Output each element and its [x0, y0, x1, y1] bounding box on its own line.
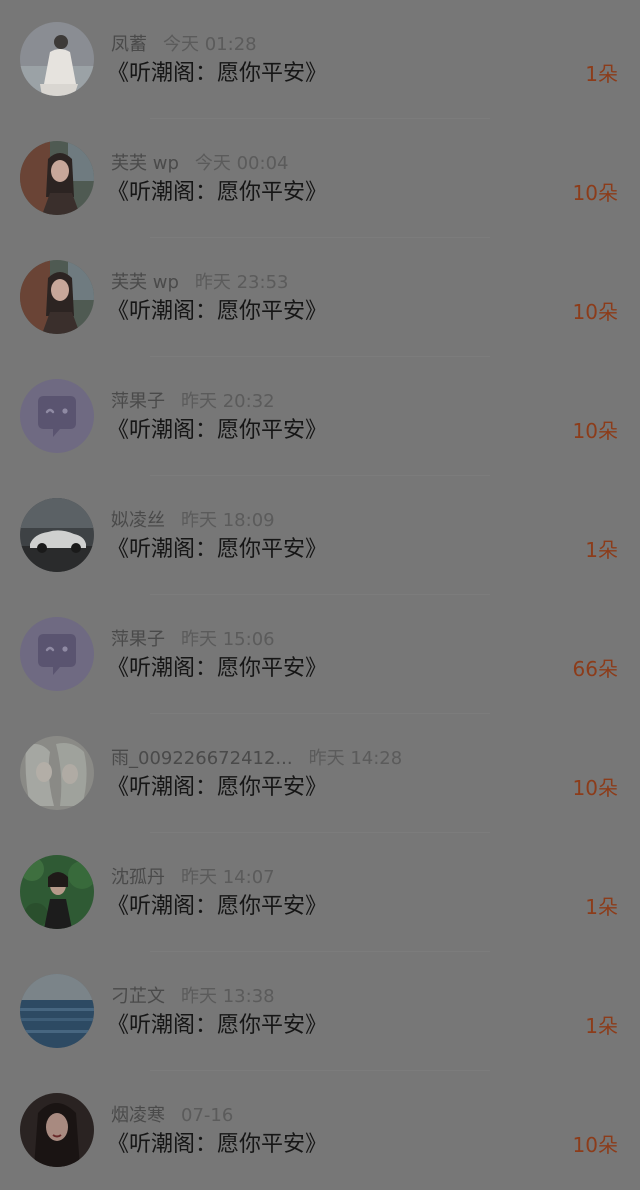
avatar-photo-white-dress — [20, 22, 94, 96]
avatar-photo-car-selfie — [20, 260, 94, 334]
list-item[interactable]: 芙芙 wp 昨天 23:53 《听潮阁：愿你平安》 10朵 — [0, 238, 640, 357]
avatar[interactable] — [20, 260, 94, 334]
avatar[interactable] — [20, 855, 94, 929]
timestamp: 昨天 13:38 — [181, 986, 275, 1007]
avatar[interactable] — [20, 379, 94, 453]
item-meta: 凤蓄 今天 01:28 — [111, 33, 257, 57]
list-item[interactable]: 萍果子 昨天 15:06 《听潮阁：愿你平安》 66朵 — [0, 595, 640, 714]
list-item[interactable]: 雨_009226672412... 昨天 14:28 《听潮阁：愿你平安》 10朵 — [0, 714, 640, 833]
username[interactable]: 萍果子 — [111, 391, 165, 412]
timestamp: 昨天 23:53 — [194, 272, 289, 293]
avatar[interactable] — [20, 1093, 94, 1167]
timestamp: 昨天 20:32 — [181, 391, 275, 412]
flower-count: 1朵 — [585, 538, 618, 562]
timestamp: 今天 01:28 — [163, 34, 257, 55]
list-item[interactable]: 烟凌寒 07-16 《听潮阁：愿你平安》 10朵 — [0, 1071, 640, 1190]
gift-title: 《听潮阁：愿你平安》 — [107, 1013, 328, 1038]
username[interactable]: 凤蓄 — [111, 34, 147, 55]
flower-count: 1朵 — [585, 62, 618, 86]
item-meta: 芙芙 wp 今天 00:04 — [111, 152, 288, 176]
item-meta: 沈孤丹 昨天 14:07 — [111, 866, 275, 890]
timestamp: 昨天 15:06 — [181, 629, 275, 650]
gift-title: 《听潮阁：愿你平安》 — [107, 537, 328, 562]
avatar[interactable] — [20, 974, 94, 1048]
gift-title: 《听潮阁：愿你平安》 — [107, 894, 328, 919]
username[interactable]: 雨_009226672412... — [111, 748, 293, 769]
avatar[interactable] — [20, 141, 94, 215]
flower-count: 66朵 — [572, 657, 618, 681]
username[interactable]: 刁芷文 — [111, 986, 165, 1007]
gift-title: 《听潮阁：愿你平安》 — [107, 1132, 328, 1157]
item-meta: 姒凌丝 昨天 18:09 — [111, 509, 275, 533]
avatar-default-chat-bubble-icon — [20, 617, 94, 691]
username[interactable]: 芙芙 wp — [111, 153, 179, 174]
timestamp: 今天 00:04 — [194, 153, 289, 174]
gift-record-list: 凤蓄 今天 01:28 《听潮阁：愿你平安》 1朵 芙芙 wp 今天 00:04 《… — [0, 0, 640, 1186]
flower-count: 1朵 — [585, 1014, 618, 1038]
avatar-illustration-white-hair — [20, 736, 94, 810]
timestamp: 07-16 — [181, 1105, 234, 1126]
timestamp: 昨天 18:09 — [181, 510, 275, 531]
list-item[interactable]: 姒凌丝 昨天 18:09 《听潮阁：愿你平安》 1朵 — [0, 476, 640, 595]
flower-count: 10朵 — [572, 1133, 618, 1157]
gift-title: 《听潮阁：愿你平安》 — [107, 775, 328, 800]
gift-title: 《听潮阁：愿你平安》 — [107, 656, 328, 681]
timestamp: 昨天 14:28 — [308, 748, 403, 769]
avatar-photo-green-leaves — [20, 855, 94, 929]
flower-count: 10朵 — [572, 419, 618, 443]
gift-title: 《听潮阁：愿你平安》 — [107, 61, 328, 86]
avatar-photo-sports-car — [20, 498, 94, 572]
item-meta: 烟凌寒 07-16 — [111, 1104, 233, 1128]
item-meta: 芙芙 wp 昨天 23:53 — [111, 271, 288, 295]
avatar[interactable] — [20, 498, 94, 572]
flower-count: 1朵 — [585, 895, 618, 919]
gift-title: 《听潮阁：愿你平安》 — [107, 180, 328, 205]
flower-count: 10朵 — [572, 181, 618, 205]
flower-count: 10朵 — [572, 300, 618, 324]
avatar-default-chat-bubble-icon — [20, 379, 94, 453]
item-meta: 萍果子 昨天 20:32 — [111, 390, 275, 414]
list-item[interactable]: 萍果子 昨天 20:32 《听潮阁：愿你平安》 10朵 — [0, 357, 640, 476]
list-item[interactable]: 沈孤丹 昨天 14:07 《听潮阁：愿你平安》 1朵 — [0, 833, 640, 952]
avatar-photo-dark-portrait — [20, 1093, 94, 1167]
username[interactable]: 萍果子 — [111, 629, 165, 650]
username[interactable]: 沈孤丹 — [111, 867, 165, 888]
flower-count: 10朵 — [572, 776, 618, 800]
avatar[interactable] — [20, 22, 94, 96]
item-meta: 刁芷文 昨天 13:38 — [111, 985, 275, 1009]
avatar-photo-car-selfie — [20, 141, 94, 215]
list-item[interactable]: 芙芙 wp 今天 00:04 《听潮阁：愿你平安》 10朵 — [0, 119, 640, 238]
list-item[interactable]: 凤蓄 今天 01:28 《听潮阁：愿你平安》 1朵 — [0, 0, 640, 119]
username[interactable]: 芙芙 wp — [111, 272, 179, 293]
avatar-photo-sea — [20, 974, 94, 1048]
avatar[interactable] — [20, 736, 94, 810]
gift-title: 《听潮阁：愿你平安》 — [107, 299, 328, 324]
item-meta: 雨_009226672412... 昨天 14:28 — [111, 747, 402, 771]
list-item[interactable]: 刁芷文 昨天 13:38 《听潮阁：愿你平安》 1朵 — [0, 952, 640, 1071]
gift-title: 《听潮阁：愿你平安》 — [107, 418, 328, 443]
item-meta: 萍果子 昨天 15:06 — [111, 628, 275, 652]
username[interactable]: 烟凌寒 — [111, 1105, 165, 1126]
timestamp: 昨天 14:07 — [181, 867, 275, 888]
username[interactable]: 姒凌丝 — [111, 510, 165, 531]
avatar[interactable] — [20, 617, 94, 691]
